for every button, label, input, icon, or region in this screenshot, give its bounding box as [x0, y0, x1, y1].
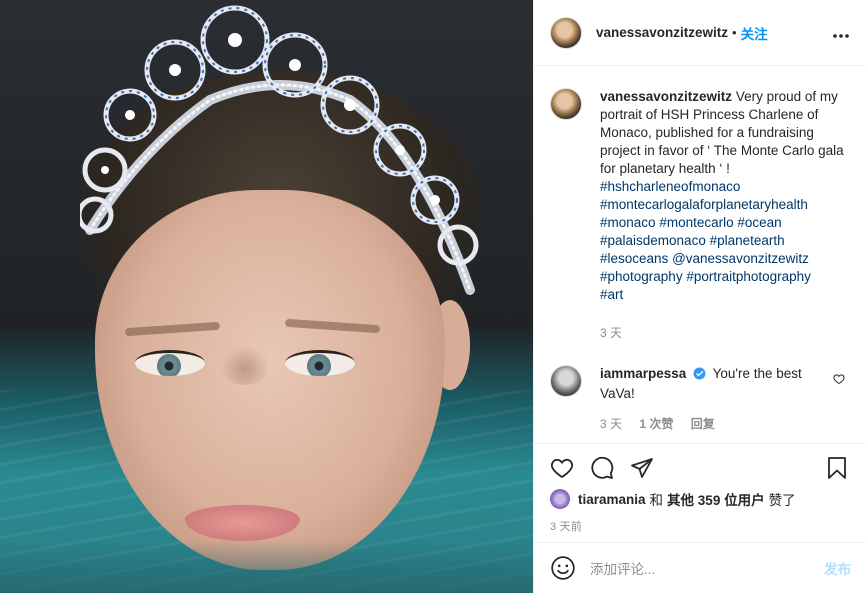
post-side-panel: vanessavonzitzewitz • 关注 vanessavonzitze…: [533, 0, 865, 593]
follow-button[interactable]: 关注: [741, 23, 768, 43]
commenter-username[interactable]: iammarpessa: [600, 366, 686, 381]
comment-like-heart-icon[interactable]: [833, 373, 845, 388]
comment-icon[interactable]: [590, 456, 614, 480]
hashtag[interactable]: #lesoceans: [600, 251, 668, 266]
more-icon[interactable]: [832, 24, 850, 42]
caption-meta: 3 天: [600, 324, 849, 342]
caption-username[interactable]: vanessavonzitzewitz: [600, 89, 732, 104]
hashtag[interactable]: #portraitphotography: [686, 269, 811, 284]
hashtag[interactable]: #art: [600, 287, 623, 302]
hashtag[interactable]: #photography: [600, 269, 683, 284]
verified-badge-icon: [693, 367, 706, 385]
tiara: [80, 5, 479, 295]
bookmark-icon[interactable]: [825, 456, 849, 480]
hashtag[interactable]: #ocean: [737, 215, 781, 230]
heart-icon[interactable]: [550, 456, 574, 480]
comment-body: iammarpessa You're the best VaVa! 3 天 1 …: [600, 365, 815, 433]
comment-time[interactable]: 3 天: [600, 417, 622, 431]
liker-avatar[interactable]: [550, 489, 570, 509]
likes-liked: 赞了: [768, 493, 796, 508]
commenter-avatar[interactable]: [550, 365, 582, 397]
likes-and: 和: [649, 493, 664, 508]
post-comment-button[interactable]: 发布: [824, 558, 851, 578]
separator-dot: •: [732, 25, 737, 40]
mention[interactable]: @vanessavonzitzewitz: [672, 251, 809, 266]
hashtag[interactable]: #montecarlogalaforplanetaryhealth: [600, 197, 808, 212]
emoji-icon[interactable]: [550, 555, 576, 581]
liker-username[interactable]: tiaramania: [578, 492, 646, 507]
post-image[interactable]: [0, 0, 533, 593]
caption-author-avatar[interactable]: [550, 88, 582, 120]
nose: [220, 345, 270, 385]
author-avatar[interactable]: [550, 16, 582, 49]
share-icon[interactable]: [630, 456, 654, 480]
post-time[interactable]: 3 天前: [550, 518, 582, 534]
comments-list[interactable]: vanessavonzitzewitz Very proud of my por…: [534, 66, 865, 443]
right-eye: [285, 350, 355, 376]
caption-body: vanessavonzitzewitz Very proud of my por…: [600, 88, 849, 342]
comment-item: iammarpessa You're the best VaVa! 3 天 1 …: [550, 365, 849, 433]
hashtag[interactable]: #monaco: [600, 215, 656, 230]
left-brow: [124, 321, 221, 337]
reply-button[interactable]: 回复: [691, 417, 715, 431]
action-bar: [534, 443, 865, 491]
caption-time[interactable]: 3 天: [600, 326, 622, 340]
hashtag[interactable]: #hshcharleneofmonaco: [600, 179, 740, 194]
right-brow: [284, 318, 381, 334]
hashtag[interactable]: #planetearth: [710, 233, 785, 248]
add-comment-bar: 添加评论... 发布: [534, 542, 865, 593]
hashtag[interactable]: #palaisdemonaco: [600, 233, 706, 248]
comment-input[interactable]: 添加评论...: [590, 558, 655, 578]
likes-others[interactable]: 其他 359 位用户: [667, 489, 765, 509]
likes-summary: tiaramania 和 其他 359 位用户 赞了: [550, 489, 849, 509]
comment-likes[interactable]: 1 次赞: [639, 417, 673, 431]
left-eye: [135, 350, 205, 376]
water-surface: [0, 540, 533, 593]
comment-meta: 3 天 1 次赞 回复: [600, 415, 815, 433]
post-header: vanessavonzitzewitz • 关注: [534, 0, 865, 66]
caption: vanessavonzitzewitz Very proud of my por…: [550, 88, 849, 342]
author-username[interactable]: vanessavonzitzewitz: [596, 25, 728, 40]
hashtag[interactable]: #montecarlo: [659, 215, 733, 230]
instagram-post-view: vanessavonzitzewitz • 关注 vanessavonzitze…: [0, 0, 865, 593]
